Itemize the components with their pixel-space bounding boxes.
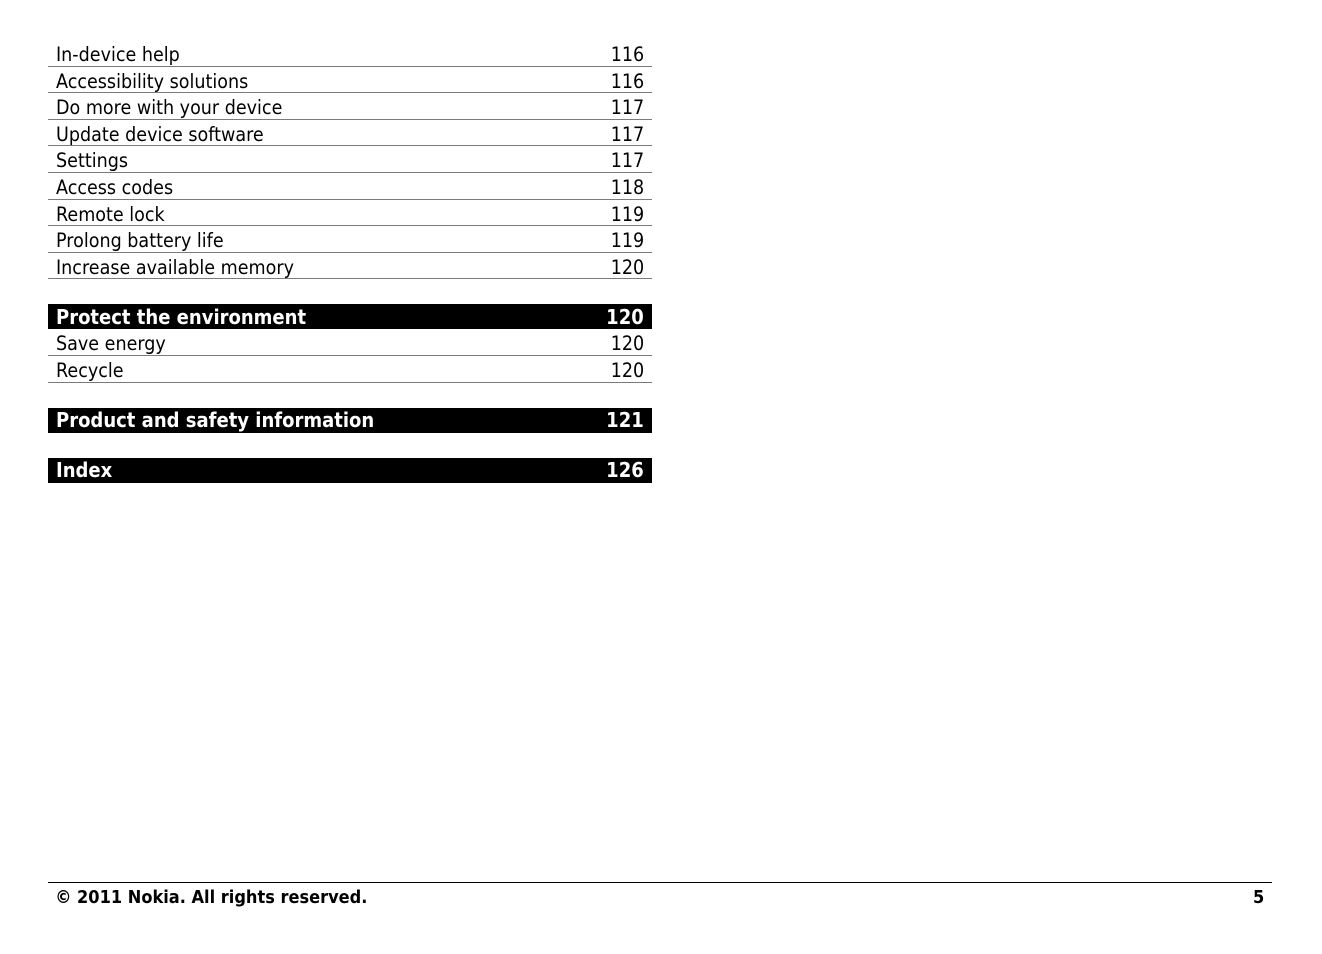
toc-entry-page: 118 (610, 176, 644, 200)
toc-section-header[interactable]: Product and safety information 121 (48, 407, 652, 433)
toc-entry[interactable]: Do more with your device 117 (48, 93, 652, 120)
toc-section-header[interactable]: Index 126 (48, 457, 652, 483)
toc-entry-title: Update device software (56, 122, 264, 146)
toc-entry[interactable]: Prolong battery life 119 (48, 226, 652, 253)
toc-section-title: Index (56, 458, 113, 483)
toc-entry-title: In-device help (56, 43, 180, 67)
toc-section-page: 120 (606, 304, 644, 329)
toc-entry-title: Accessibility solutions (56, 69, 249, 93)
toc-entry-title: Settings (56, 149, 128, 173)
toc-entry-title: Save energy (56, 332, 166, 356)
toc-entry-page: 116 (610, 43, 644, 67)
toc-entry-page: 116 (610, 69, 644, 93)
toc-entry-page: 120 (610, 255, 644, 279)
toc-section-page: 126 (606, 458, 644, 483)
toc-entry-title: Remote lock (56, 202, 165, 226)
page-footer: © 2011 Nokia. All rights reserved. 5 (48, 882, 1272, 908)
toc-section-header[interactable]: Protect the environment 120 (48, 304, 652, 330)
toc-entry[interactable]: Save energy 120 (48, 329, 652, 356)
toc-entry-page: 119 (610, 202, 644, 226)
toc-entry[interactable]: Update device software 117 (48, 120, 652, 147)
toc-entry-page: 120 (610, 359, 644, 383)
toc-entry-title: Access codes (56, 176, 174, 200)
table-of-contents: In-device help 116 Accessibility solution… (48, 40, 652, 483)
toc-entry-title: Do more with your device (56, 96, 283, 120)
toc-entry[interactable]: Accessibility solutions 116 (48, 67, 652, 94)
toc-entry[interactable]: Access codes 118 (48, 173, 652, 200)
toc-section-title: Protect the environment (56, 304, 307, 329)
toc-entry-page: 117 (610, 149, 644, 173)
toc-section-title: Product and safety information (56, 408, 375, 433)
toc-entry-title: Increase available memory (56, 255, 294, 279)
toc-entry[interactable]: Remote lock 119 (48, 200, 652, 227)
toc-entry[interactable]: Settings 117 (48, 146, 652, 173)
toc-entry-page: 119 (610, 229, 644, 253)
toc-entry-title: Recycle (56, 359, 124, 383)
toc-entry-page: 117 (610, 122, 644, 146)
page-number: 5 (1253, 887, 1265, 908)
toc-entry-title: Prolong battery life (56, 229, 224, 253)
toc-entry-page: 120 (610, 332, 644, 356)
copyright-notice: © 2011 Nokia. All rights reserved. (55, 887, 368, 908)
toc-entry-page: 117 (610, 96, 644, 120)
toc-entry[interactable]: In-device help 116 (48, 40, 652, 67)
toc-entry[interactable]: Increase available memory 120 (48, 253, 652, 280)
toc-entry[interactable]: Recycle 120 (48, 356, 652, 383)
toc-section-page: 121 (606, 408, 644, 433)
